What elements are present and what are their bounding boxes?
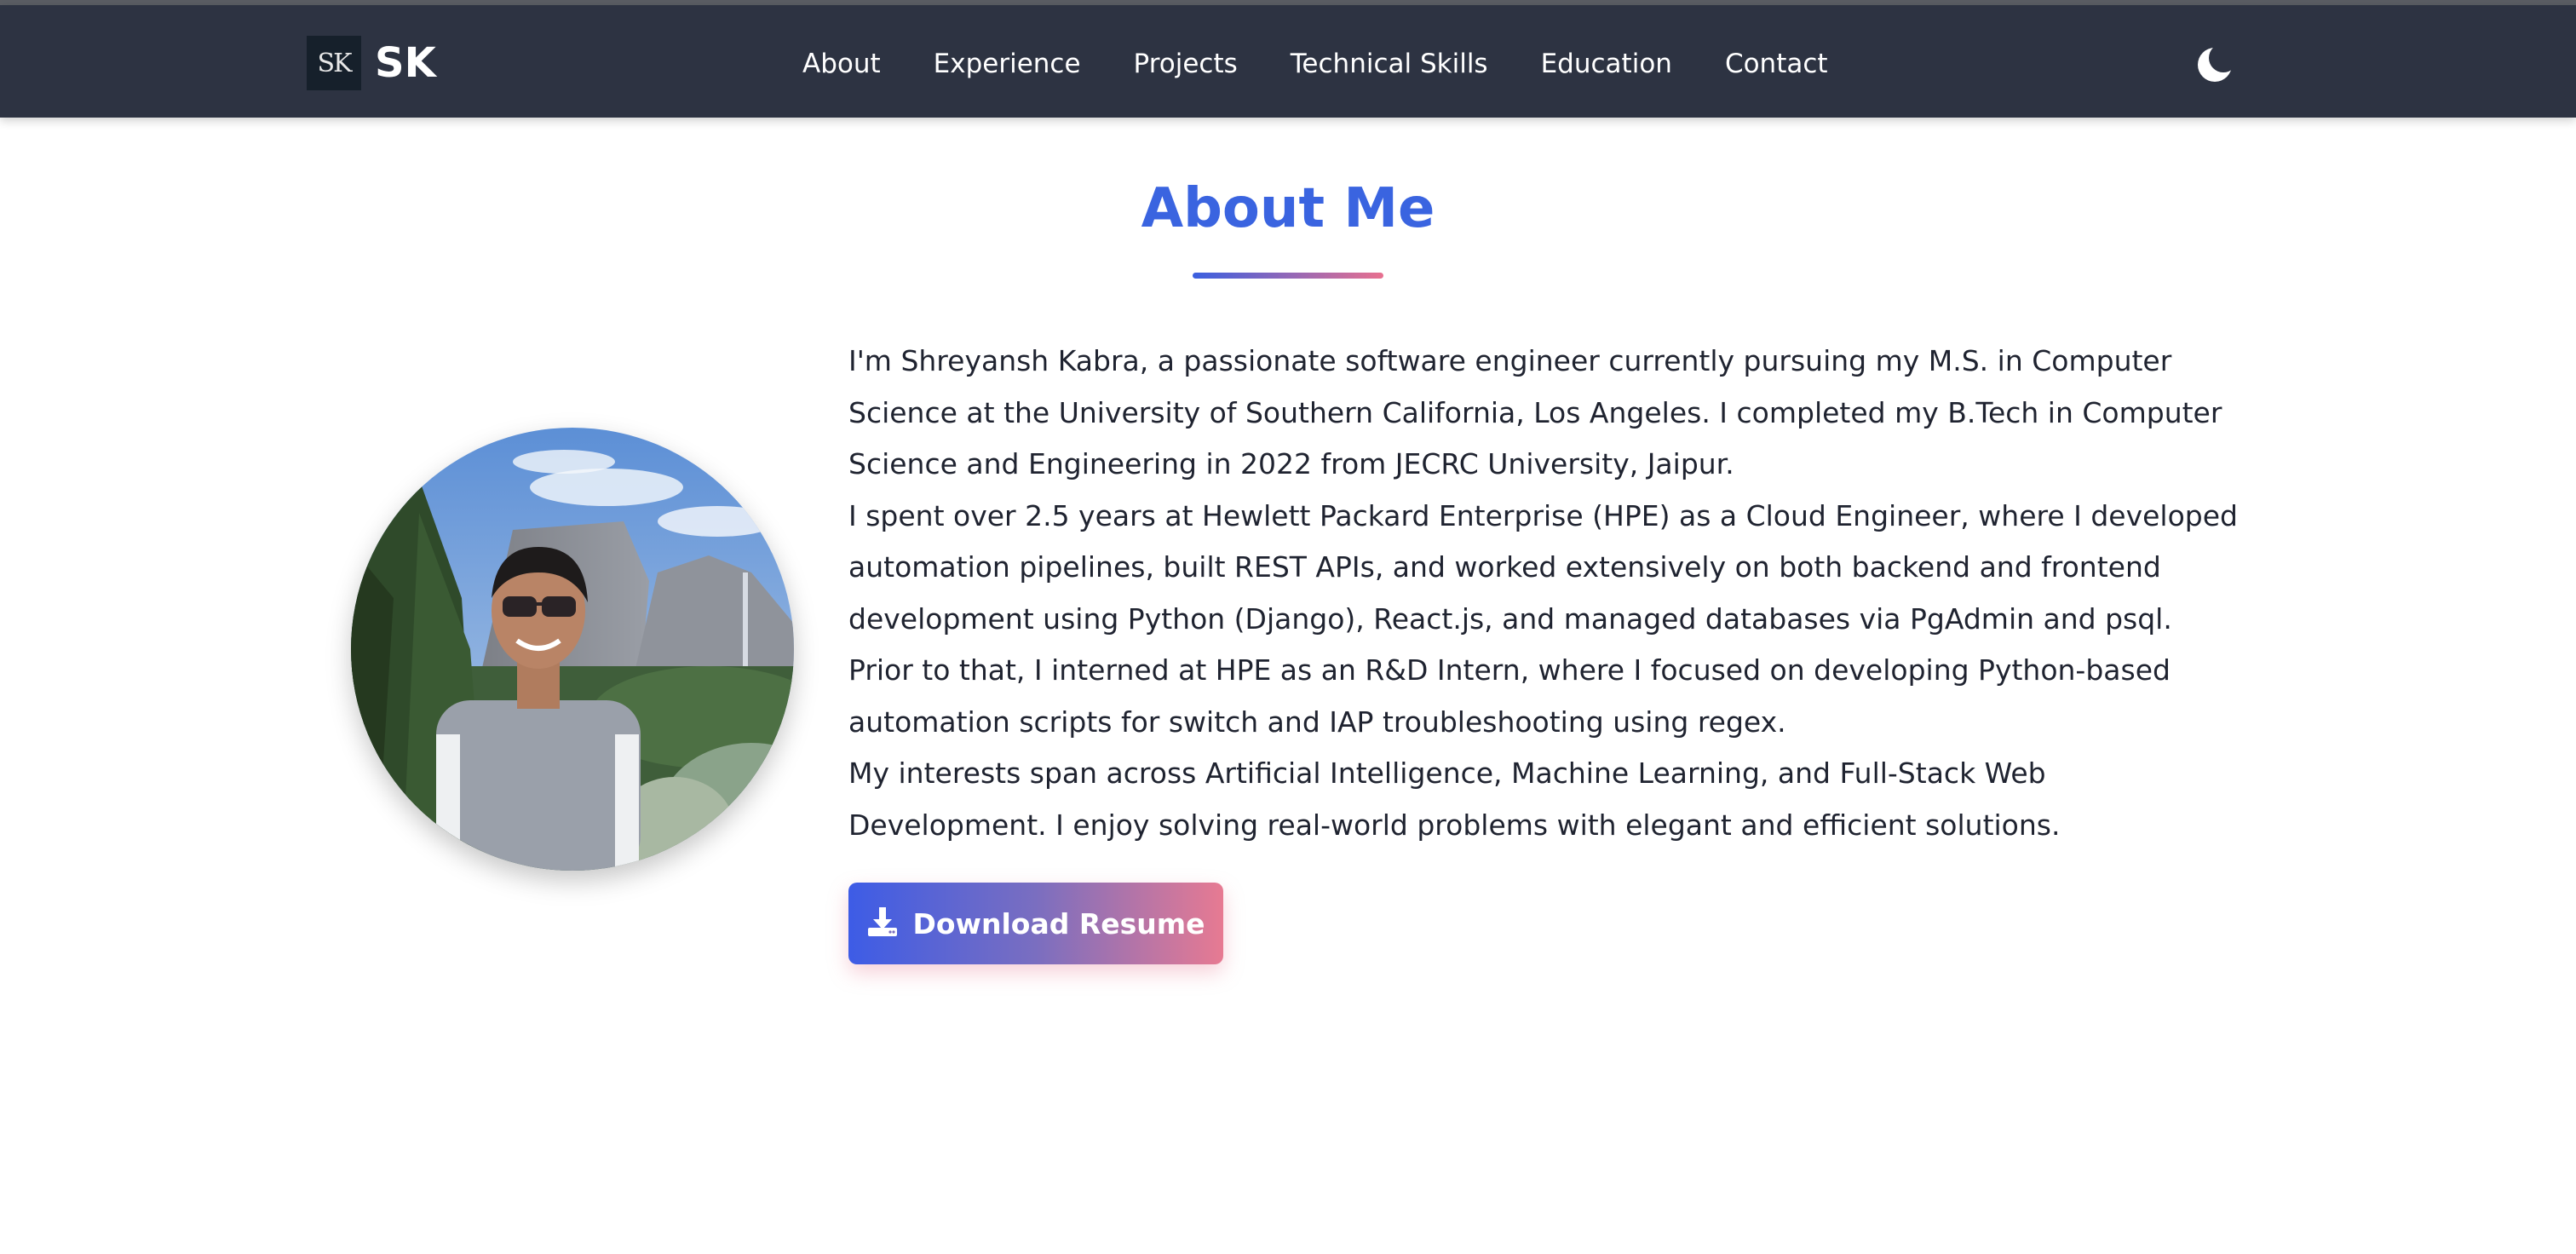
brand-name: SK — [375, 39, 436, 87]
nav-item-projects[interactable]: Projects — [1134, 49, 1238, 79]
brand[interactable]: SK SK — [307, 36, 436, 90]
about-paragraph: Prior to that, I interned at HPE as an R… — [848, 653, 2171, 739]
moon-icon[interactable] — [2194, 44, 2235, 85]
profile-photo — [351, 428, 794, 871]
about-paragraph: My interests span across Artificial Inte… — [848, 756, 2061, 842]
about-text: I'm Shreyansh Kabra, a passionate softwa… — [848, 336, 2245, 851]
about-paragraph: I'm Shreyansh Kabra, a passionate softwa… — [848, 344, 2222, 480]
logo: SK — [307, 36, 361, 90]
download-resume-button[interactable]: Download Resume — [848, 883, 1223, 964]
download-resume-label: Download Resume — [912, 906, 1205, 940]
about-paragraph: I spent over 2.5 years at Hewlett Packar… — [848, 498, 2238, 636]
nav-item-education[interactable]: Education — [1541, 49, 1672, 79]
nav-item-about[interactable]: About — [802, 49, 881, 79]
section-title: About Me — [1141, 177, 1435, 240]
logo-text: SK — [317, 48, 353, 78]
title-underline — [1193, 273, 1383, 279]
nav-item-contact[interactable]: Contact — [1725, 49, 1828, 79]
download-icon — [866, 906, 899, 941]
nav-item-technical-skills[interactable]: Technical Skills — [1291, 49, 1488, 79]
nav-item-experience[interactable]: Experience — [934, 49, 1081, 79]
nav-links: About Experience Projects Technical Skil… — [802, 43, 1828, 85]
navbar: SK SK About Experience Projects Technica… — [0, 5, 2576, 118]
